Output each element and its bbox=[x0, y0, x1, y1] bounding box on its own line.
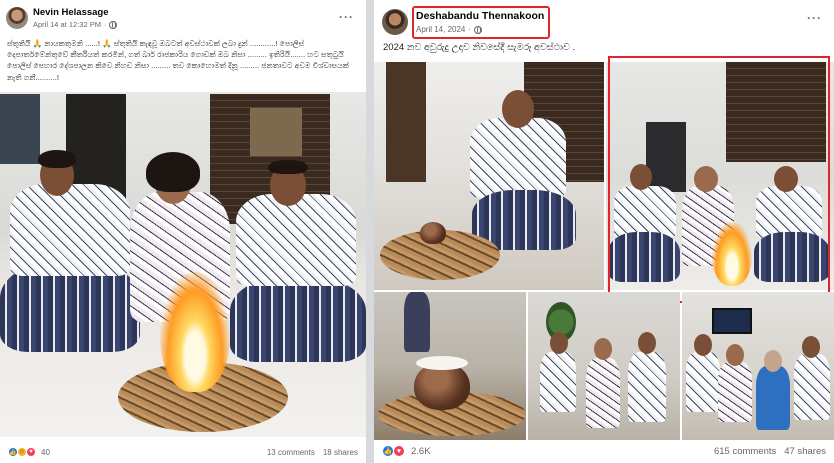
post-footer: 👍 ☺ ♥ 40 13 comments 18 shares bbox=[0, 441, 366, 463]
reaction-count: 40 bbox=[41, 447, 50, 457]
share-count[interactable]: 47 shares bbox=[784, 446, 826, 457]
doorway bbox=[386, 62, 426, 182]
author-name[interactable]: Nevin Helassage bbox=[33, 7, 109, 18]
reaction-summary[interactable]: 👍 ♥ 2.6K bbox=[382, 445, 431, 457]
post-timestamp[interactable]: April 14 at 12:32 PM bbox=[33, 20, 101, 29]
window-frame bbox=[0, 94, 40, 164]
post-meta: April 14 at 12:32 PM · bbox=[33, 20, 118, 29]
person-c-head bbox=[764, 350, 782, 372]
person-b-head bbox=[726, 344, 744, 366]
love-reaction-icon: ♥ bbox=[393, 445, 405, 457]
more-options-icon[interactable]: ··· bbox=[807, 11, 822, 25]
person-2-head bbox=[594, 338, 612, 360]
person-1-shirt bbox=[540, 352, 576, 412]
person-right-hair bbox=[268, 160, 308, 174]
person-a-shirt bbox=[686, 352, 720, 412]
post-footer: 👍 ♥ 2.6K 615 comments 47 shares bbox=[374, 439, 834, 463]
man-head bbox=[502, 90, 534, 128]
milk-froth bbox=[416, 356, 468, 370]
person-middle-hair bbox=[146, 152, 200, 192]
person-3-shirt bbox=[628, 352, 666, 422]
person-1-head bbox=[550, 332, 568, 354]
highlight-box-photo bbox=[608, 56, 830, 303]
post-caption: ස්තූතියි 🙏 නායකතුමනි ......! 🙏 ස්තුතියි … bbox=[7, 39, 349, 82]
author-avatar[interactable] bbox=[382, 9, 408, 35]
person-a-head bbox=[694, 334, 712, 356]
screenshot-comparison: Nevin Helassage April 14 at 12:32 PM · ·… bbox=[0, 0, 834, 463]
person-right-shirt bbox=[236, 194, 356, 286]
more-options-icon[interactable]: ··· bbox=[339, 10, 354, 24]
comment-count[interactable]: 13 comments bbox=[267, 448, 315, 457]
person-c-dress bbox=[756, 366, 790, 430]
post-header: Deshabandu Thennakoon April 14, 2024 · ·… bbox=[374, 0, 834, 39]
person-left-shirt bbox=[10, 184, 130, 276]
photo-man-at-hearth[interactable] bbox=[374, 62, 604, 290]
highlight-box-author bbox=[412, 6, 550, 39]
person-right-sarong bbox=[230, 277, 366, 362]
person-b-dress bbox=[718, 362, 752, 422]
person-d-head bbox=[802, 336, 820, 358]
right-facebook-post: Deshabandu Thennakoon April 14, 2024 · ·… bbox=[374, 0, 834, 463]
share-count[interactable]: 18 shares bbox=[323, 448, 358, 457]
person-2-dress bbox=[586, 358, 620, 428]
post-caption: 2024 නව අවුරුදු උදාව නිවසේදී සැමරූ අවස්ථ… bbox=[383, 42, 576, 53]
comment-count[interactable]: 615 comments bbox=[714, 446, 776, 457]
person-d-shirt bbox=[794, 354, 830, 420]
person-3-head bbox=[638, 332, 656, 354]
post-header: Nevin Helassage April 14 at 12:32 PM · ·… bbox=[0, 0, 366, 34]
photo-family-standing[interactable] bbox=[528, 292, 680, 440]
post-photo[interactable] bbox=[0, 92, 366, 437]
reaction-summary[interactable]: 👍 ☺ ♥ 40 bbox=[8, 447, 50, 457]
love-reaction-icon: ♥ bbox=[26, 447, 36, 457]
clay-pot bbox=[420, 222, 446, 244]
fire-flame bbox=[160, 272, 230, 392]
man-shirt bbox=[470, 118, 566, 198]
person-left-hair bbox=[38, 150, 76, 168]
globe-icon bbox=[109, 20, 118, 29]
separator: · bbox=[103, 20, 107, 29]
photo-pot-boiling[interactable] bbox=[374, 292, 526, 440]
left-facebook-post: Nevin Helassage April 14 at 12:32 PM · ·… bbox=[0, 0, 366, 463]
photo-family-seated[interactable] bbox=[682, 292, 834, 440]
television bbox=[712, 308, 752, 334]
person-legs bbox=[404, 292, 430, 352]
author-avatar[interactable] bbox=[6, 7, 28, 29]
reaction-count: 2.6K bbox=[411, 445, 431, 457]
wall-panel bbox=[250, 108, 302, 156]
